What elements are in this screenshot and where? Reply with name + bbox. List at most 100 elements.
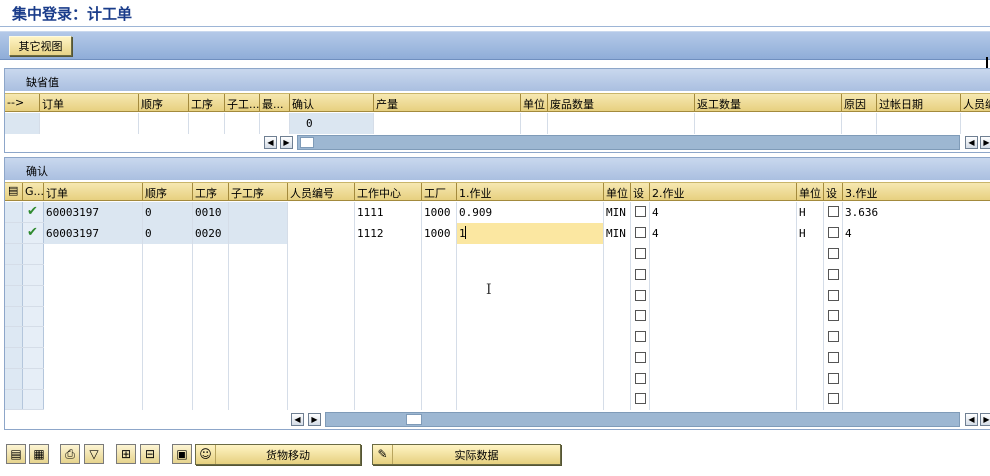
empty-cell[interactable] bbox=[422, 389, 457, 410]
col-activity-2[interactable]: 2.作业 bbox=[650, 183, 797, 201]
empty-cell[interactable] bbox=[193, 286, 229, 307]
empty-cell[interactable] bbox=[843, 286, 990, 307]
empty-cell[interactable] bbox=[797, 327, 824, 348]
empty-cell[interactable] bbox=[604, 389, 631, 410]
scroll-left-far-icon[interactable]: ◀ bbox=[965, 413, 978, 426]
empty-cell[interactable] bbox=[288, 348, 355, 369]
select-all-icon[interactable]: ▤ bbox=[6, 444, 26, 464]
empty-cell[interactable] bbox=[650, 327, 797, 348]
empty-cell[interactable] bbox=[797, 244, 824, 265]
empty-cell[interactable] bbox=[843, 327, 990, 348]
default-posting-date-field[interactable] bbox=[877, 113, 961, 134]
empty-cell[interactable] bbox=[457, 369, 604, 390]
setup-1-checkbox[interactable] bbox=[635, 331, 646, 342]
empty-cell[interactable] bbox=[193, 369, 229, 390]
col-suboperation[interactable]: 子工... bbox=[225, 94, 260, 112]
filter-icon[interactable]: ▽ bbox=[84, 444, 104, 464]
col-personnel-number[interactable]: 人员编号 bbox=[288, 183, 355, 201]
col-plant[interactable]: 工厂 bbox=[422, 183, 457, 201]
confirm-hscrollbar[interactable] bbox=[325, 412, 960, 427]
setup-1-checkbox[interactable] bbox=[635, 269, 646, 280]
empty-cell[interactable] bbox=[604, 306, 631, 327]
empty-cell[interactable] bbox=[422, 244, 457, 265]
empty-cell[interactable] bbox=[143, 389, 193, 410]
empty-cell[interactable] bbox=[229, 306, 288, 327]
col-suboperation[interactable]: 子工序 bbox=[229, 183, 288, 201]
col-set-1[interactable]: 设 bbox=[631, 183, 650, 201]
empty-cell[interactable] bbox=[604, 327, 631, 348]
empty-cell[interactable] bbox=[797, 286, 824, 307]
empty-cell[interactable] bbox=[457, 389, 604, 410]
col-unit[interactable]: 单位 bbox=[521, 94, 548, 112]
scroll-right-icon[interactable]: ▶ bbox=[280, 136, 293, 149]
empty-cell[interactable] bbox=[457, 306, 604, 327]
personnel-number-field[interactable] bbox=[288, 202, 355, 223]
empty-cell[interactable] bbox=[604, 369, 631, 390]
default-confirm-field[interactable]: 0 bbox=[290, 113, 374, 134]
empty-cell[interactable] bbox=[229, 369, 288, 390]
activity-3-field[interactable]: 3.636 bbox=[843, 202, 990, 223]
empty-cell[interactable] bbox=[355, 265, 422, 286]
empty-cell[interactable] bbox=[422, 327, 457, 348]
empty-cell[interactable] bbox=[604, 286, 631, 307]
empty-cell[interactable] bbox=[650, 389, 797, 410]
col-sequence[interactable]: 顺序 bbox=[143, 183, 193, 201]
table-settings-icon[interactable]: ▤ bbox=[5, 183, 23, 201]
empty-cell[interactable] bbox=[229, 265, 288, 286]
empty-cell[interactable] bbox=[843, 306, 990, 327]
empty-cell[interactable] bbox=[797, 265, 824, 286]
col-personnel[interactable]: 人员编 bbox=[961, 94, 990, 112]
default-order-field[interactable] bbox=[40, 113, 139, 134]
empty-cell[interactable] bbox=[193, 244, 229, 265]
col-rework[interactable]: 返工数量 bbox=[695, 94, 842, 112]
defaults-hscrollbar[interactable] bbox=[297, 135, 960, 150]
empty-cell[interactable] bbox=[193, 327, 229, 348]
setup-1-checkbox[interactable] bbox=[635, 290, 646, 301]
activity-1-field[interactable]: 0.909 bbox=[457, 202, 604, 223]
default-seq-field[interactable] bbox=[139, 113, 189, 134]
empty-cell[interactable] bbox=[44, 286, 143, 307]
empty-cell[interactable] bbox=[650, 244, 797, 265]
col-yield[interactable]: 产量 bbox=[374, 94, 521, 112]
activity-2-field[interactable]: 4 bbox=[650, 223, 797, 244]
empty-cell[interactable] bbox=[797, 348, 824, 369]
empty-cell[interactable] bbox=[143, 348, 193, 369]
scroll-left-far-icon[interactable]: ◀ bbox=[965, 136, 978, 149]
empty-cell[interactable] bbox=[229, 327, 288, 348]
col-reason[interactable]: 原因 bbox=[842, 94, 877, 112]
empty-cell[interactable] bbox=[44, 369, 143, 390]
col-order[interactable]: 订单 bbox=[40, 94, 139, 112]
empty-cell[interactable] bbox=[143, 286, 193, 307]
empty-cell[interactable] bbox=[355, 348, 422, 369]
empty-cell[interactable] bbox=[143, 244, 193, 265]
empty-cell[interactable] bbox=[193, 265, 229, 286]
empty-cell[interactable] bbox=[193, 306, 229, 327]
empty-cell[interactable] bbox=[843, 244, 990, 265]
col-unit-2[interactable]: 单位 bbox=[797, 183, 824, 201]
empty-cell[interactable] bbox=[355, 369, 422, 390]
empty-cell[interactable] bbox=[797, 306, 824, 327]
empty-cell[interactable] bbox=[422, 348, 457, 369]
defaults-scroll-thumb[interactable] bbox=[300, 137, 314, 148]
empty-cell[interactable] bbox=[457, 286, 604, 307]
empty-cell[interactable] bbox=[44, 244, 143, 265]
col-confirm[interactable]: 确认 bbox=[290, 94, 374, 112]
empty-cell[interactable] bbox=[797, 389, 824, 410]
empty-cell[interactable] bbox=[229, 389, 288, 410]
empty-cell[interactable] bbox=[604, 244, 631, 265]
empty-cell[interactable] bbox=[843, 369, 990, 390]
empty-cell[interactable] bbox=[44, 306, 143, 327]
confirm-scroll-thumb[interactable] bbox=[406, 414, 422, 425]
empty-cell[interactable] bbox=[843, 389, 990, 410]
setup-2-checkbox[interactable] bbox=[828, 248, 839, 259]
default-rework-field[interactable] bbox=[695, 113, 842, 134]
empty-cell[interactable] bbox=[422, 265, 457, 286]
col-final[interactable]: 最... bbox=[260, 94, 290, 112]
setup-2-checkbox[interactable] bbox=[828, 290, 839, 301]
other-view-button[interactable]: 其它视图 bbox=[9, 36, 72, 56]
scroll-right-icon[interactable]: ▶ bbox=[308, 413, 321, 426]
setup-2-checkbox[interactable] bbox=[828, 206, 839, 217]
delete-row-icon[interactable]: ⊟ bbox=[140, 444, 160, 464]
empty-cell[interactable] bbox=[44, 327, 143, 348]
col-operation[interactable]: 工序 bbox=[189, 94, 225, 112]
